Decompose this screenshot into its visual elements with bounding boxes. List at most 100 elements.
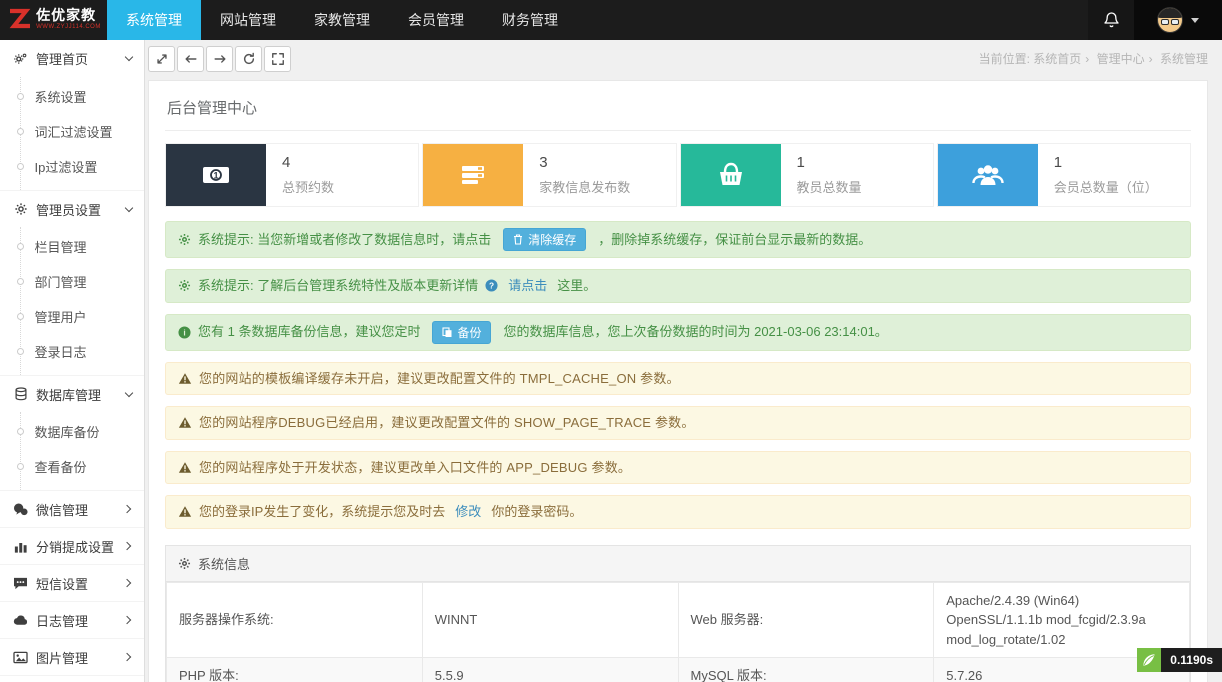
sidebar-item-admin-users[interactable]: 管理用户 xyxy=(21,299,144,334)
sidebar-item-view-backup[interactable]: 查看备份 xyxy=(21,449,144,484)
bullet-icon xyxy=(17,278,24,285)
chevron-right-icon xyxy=(123,579,131,587)
breadcrumb-link-current[interactable]: 系统管理 xyxy=(1160,52,1208,66)
trash-icon xyxy=(513,234,523,245)
stat-card-teachers[interactable]: 1 教员总数量 xyxy=(680,143,934,207)
sidebar-item-db-backup[interactable]: 数据库备份 xyxy=(21,414,144,449)
breadcrumb-link-center[interactable]: 管理中心 xyxy=(1097,52,1145,66)
sidebar-group-home[interactable]: 管理首页 xyxy=(0,40,144,77)
brand-title: 佐优家教 xyxy=(36,10,101,25)
refresh-button[interactable] xyxy=(235,46,262,72)
chevron-right-icon xyxy=(123,542,131,550)
bell-icon xyxy=(1103,11,1120,29)
bullet-icon xyxy=(17,313,24,320)
alert-version-info: 系统提示: 了解后台管理系统特性及版本更新详情 ? 请点击 这里。 xyxy=(165,269,1191,303)
stat-card-members[interactable]: 1 会员总数量（位） xyxy=(937,143,1191,207)
change-password-link[interactable]: 修改 xyxy=(455,502,481,522)
nav-tab-finance[interactable]: 财务管理 xyxy=(483,0,577,40)
toolbar: 当前位置: 系统首页› 管理中心› 系统管理 xyxy=(148,40,1208,74)
backup-button[interactable]: 备份 xyxy=(432,321,491,344)
bullet-icon xyxy=(17,243,24,250)
bullet-icon xyxy=(17,348,24,355)
stat-card-bookings[interactable]: 1 4 总预约数 xyxy=(165,143,419,207)
copy-icon xyxy=(442,327,452,338)
nav-tab-system[interactable]: 系统管理 xyxy=(107,0,201,40)
system-info-table: 服务器操作系统: WINNT Web 服务器: Apache/2.4.39 (W… xyxy=(166,582,1190,682)
sidebar-group-label: 日志管理 xyxy=(36,611,116,630)
bullet-icon xyxy=(17,93,24,100)
stat-value: 3 xyxy=(539,154,630,171)
sidebar-item-column-mgmt[interactable]: 栏目管理 xyxy=(21,229,144,264)
sidebar-group-commission[interactable]: 分销提成设置 xyxy=(0,527,144,564)
database-icon xyxy=(13,387,28,401)
stat-value: 4 xyxy=(282,154,334,171)
alert-clear-cache: 系统提示: 当您新增或者修改了数据信息时，请点击 清除缓存 ，删除掉系统缓存，保… xyxy=(165,221,1191,258)
admin-dashboard: { "navbar": { "brand": { "title": "佐优家教"… xyxy=(0,0,1222,682)
brand-logo-icon xyxy=(6,8,32,32)
sidebar-item-word-filter[interactable]: 词汇过滤设置 xyxy=(21,114,144,149)
breadcrumb-prefix: 当前位置: xyxy=(979,52,1030,66)
fullscreen-button[interactable] xyxy=(264,46,291,72)
stat-card-tutor-posts[interactable]: 3 家教信息发布数 xyxy=(422,143,676,207)
brand-logo[interactable]: 佐优家教 WWW.ZYJJ114.COM xyxy=(0,0,107,40)
image-icon xyxy=(13,651,28,664)
sidebar-group-database[interactable]: 数据库管理 xyxy=(0,375,144,412)
exec-time-value: 0.1190s xyxy=(1161,648,1222,672)
breadcrumb: 当前位置: 系统首页› 管理中心› 系统管理 xyxy=(979,50,1208,67)
bullet-icon xyxy=(17,463,24,470)
svg-text:1: 1 xyxy=(213,171,218,181)
alert-dev-mode: 您的网站程序处于开发状态，建议更改单入口文件的 APP_DEBUG 参数。 xyxy=(165,451,1191,485)
clear-cache-button[interactable]: 清除缓存 xyxy=(503,228,586,251)
system-info-section: 系统信息 服务器操作系统: WINNT Web 服务器: Apache/2.4.… xyxy=(165,545,1191,682)
sidebar-group-admin-settings[interactable]: 管理员设置 xyxy=(0,190,144,227)
sidebar-item-dept-mgmt[interactable]: 部门管理 xyxy=(21,264,144,299)
info-circle-icon: i xyxy=(178,326,191,339)
warning-icon xyxy=(178,416,192,429)
sidebar-item-ip-filter[interactable]: Ip过滤设置 xyxy=(21,149,144,184)
navbar-spacer xyxy=(577,0,1088,40)
sidebar-group-logs[interactable]: 日志管理 xyxy=(0,601,144,638)
alert-db-backup: i 您有 1 条数据库备份信息，建议您定时 备份 您的数据库信息，您上次备份数据… xyxy=(165,314,1191,351)
list-icon xyxy=(459,163,487,187)
sidebar-group-wechat[interactable]: 微信管理 xyxy=(0,490,144,527)
system-info-title: 系统信息 xyxy=(198,554,250,573)
sidebar-item-login-log[interactable]: 登录日志 xyxy=(21,334,144,369)
nav-tab-tutor[interactable]: 家教管理 xyxy=(295,0,389,40)
sidebar: 管理首页 系统设置 词汇过滤设置 Ip过滤设置 管理员设置 栏目管理 部门管理 … xyxy=(0,40,145,682)
top-navbar: 佐优家教 WWW.ZYJJ114.COM 系统管理 网站管理 家教管理 会员管理… xyxy=(0,0,1222,40)
notifications-button[interactable] xyxy=(1088,0,1134,40)
wechat-icon xyxy=(13,503,28,516)
stat-label: 总预约数 xyxy=(282,177,334,196)
nav-tab-website[interactable]: 网站管理 xyxy=(201,0,295,40)
version-details-link[interactable]: 请点击 xyxy=(508,276,547,296)
nav-tab-member[interactable]: 会员管理 xyxy=(389,0,483,40)
alert-ip-changed: 您的登录IP发生了变化，系统提示您及时去 修改 你的登录密码。 xyxy=(165,495,1191,529)
warning-icon xyxy=(178,505,192,518)
page-title: 后台管理中心 xyxy=(165,95,1191,131)
sidebar-group-label: 微信管理 xyxy=(36,500,116,519)
table-row: 服务器操作系统: WINNT Web 服务器: Apache/2.4.39 (W… xyxy=(167,582,1190,658)
sidebar-group-images[interactable]: 图片管理 xyxy=(0,638,144,675)
main-content: 当前位置: 系统首页› 管理中心› 系统管理 后台管理中心 1 4 总预约数 xyxy=(148,40,1208,682)
forward-button[interactable] xyxy=(206,46,233,72)
sidebar-group-visit-stats[interactable]: 访问统计 xyxy=(0,675,144,682)
sms-icon xyxy=(13,577,28,590)
money-icon: 1 xyxy=(201,163,231,187)
alerts: 系统提示: 当您新增或者修改了数据信息时，请点击 清除缓存 ，删除掉系统缓存，保… xyxy=(165,221,1191,529)
users-icon xyxy=(972,163,1004,187)
stat-label: 教员总数量 xyxy=(797,177,862,196)
gear-icon xyxy=(178,557,191,570)
bullet-icon xyxy=(17,163,24,170)
exec-time-badge[interactable]: 0.1190s xyxy=(1137,648,1222,672)
back-button[interactable] xyxy=(177,46,204,72)
breadcrumb-link-home[interactable]: 系统首页 xyxy=(1033,52,1081,66)
sidebar-item-system-settings[interactable]: 系统设置 xyxy=(21,79,144,114)
collapse-sidebar-button[interactable] xyxy=(148,46,175,72)
sidebar-children: 系统设置 词汇过滤设置 Ip过滤设置 xyxy=(20,77,144,190)
sidebar-group-label: 图片管理 xyxy=(36,648,116,667)
system-info-header: 系统信息 xyxy=(166,546,1190,582)
sidebar-group-sms[interactable]: 短信设置 xyxy=(0,564,144,601)
brand-subtitle: WWW.ZYJJ114.COM xyxy=(36,24,101,30)
arrow-right-icon xyxy=(213,52,227,66)
user-menu[interactable] xyxy=(1134,0,1222,40)
